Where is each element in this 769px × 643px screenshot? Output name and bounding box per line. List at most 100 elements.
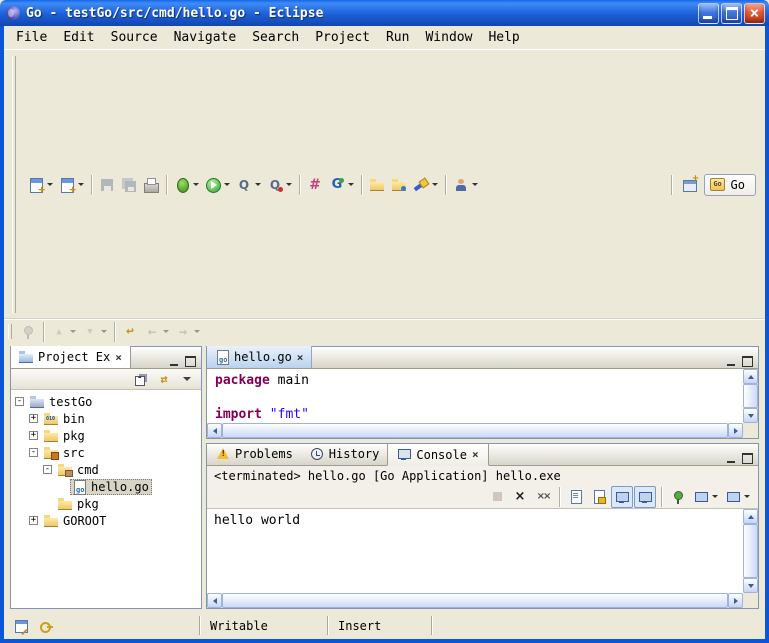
minimize-view-icon[interactable]	[723, 354, 738, 368]
display-selected-console-button[interactable]	[690, 486, 721, 508]
close-icon[interactable]: ×	[296, 351, 305, 364]
expand-icon[interactable]: +	[29, 516, 38, 525]
new-wizard-button[interactable]	[25, 174, 56, 196]
pin-console-button[interactable]	[667, 486, 689, 508]
tree-item-bin[interactable]: + bin	[11, 410, 201, 427]
collapse-icon[interactable]: -	[43, 465, 52, 474]
search-button[interactable]	[410, 174, 441, 196]
show-on-output-button[interactable]	[634, 486, 656, 508]
menu-file[interactable]: File	[8, 28, 55, 47]
minimize-button[interactable]	[698, 3, 719, 24]
run-button[interactable]	[202, 174, 233, 196]
menu-navigate[interactable]: Navigate	[166, 28, 245, 47]
tab-problems[interactable]: Problems	[207, 443, 301, 465]
expand-icon[interactable]: +	[29, 414, 38, 423]
tab-history[interactable]: History	[301, 443, 388, 465]
tree-entry[interactable]: bin	[42, 411, 88, 427]
remove-launch-button[interactable]	[509, 486, 531, 508]
scroll-up-icon[interactable]	[743, 509, 758, 524]
scroll-lock-button[interactable]	[588, 486, 610, 508]
menu-window[interactable]: Window	[417, 28, 480, 47]
console-vertical-scrollbar[interactable]	[743, 509, 758, 593]
scroll-right-icon[interactable]	[728, 593, 743, 608]
menu-project[interactable]: Project	[307, 28, 378, 47]
scrollbar-thumb[interactable]	[743, 524, 758, 578]
tree-item-pkg[interactable]: + pkg	[11, 427, 201, 444]
new-go-project-button[interactable]	[304, 174, 326, 196]
go-actions-button[interactable]	[326, 174, 357, 196]
scroll-right-icon[interactable]	[728, 423, 743, 438]
annotations-button[interactable]	[450, 174, 481, 196]
editor-vertical-scrollbar[interactable]	[743, 369, 758, 423]
editor-horizontal-scrollbar[interactable]	[207, 423, 743, 438]
titlebar[interactable]: Go - testGo/src/cmd/hello.go - Eclipse	[0, 0, 769, 26]
scrollbar-thumb[interactable]	[222, 423, 728, 438]
minimize-view-icon[interactable]	[723, 451, 738, 465]
debug-button[interactable]	[171, 174, 202, 196]
view-menu-button[interactable]	[176, 368, 198, 390]
maximize-view-icon[interactable]	[740, 451, 755, 465]
console-output[interactable]: hello world	[207, 508, 758, 608]
scroll-left-icon[interactable]	[207, 423, 222, 438]
minimize-view-icon[interactable]	[166, 354, 181, 368]
go-perspective-button[interactable]: Go	[704, 174, 756, 196]
menu-run[interactable]: Run	[378, 28, 417, 47]
word-wrap-button[interactable]	[611, 486, 633, 508]
console-horizontal-scrollbar[interactable]	[207, 593, 743, 608]
new-element-button[interactable]	[56, 174, 87, 196]
maximize-button[interactable]	[721, 3, 742, 24]
remove-all-terminated-button[interactable]	[532, 486, 554, 508]
scroll-down-icon[interactable]	[743, 578, 758, 593]
statusbar-key-icon-button[interactable]	[35, 615, 57, 637]
menu-source[interactable]: Source	[103, 28, 166, 47]
scroll-up-icon[interactable]	[743, 369, 758, 384]
toolbar-grip[interactable]	[12, 56, 16, 313]
expand-icon[interactable]: +	[29, 431, 38, 440]
scrollbar-thumb[interactable]	[222, 593, 728, 608]
tree-entry[interactable]: cmd	[56, 462, 102, 478]
tree-entry[interactable]: pkg	[56, 496, 102, 512]
toolbar-grip[interactable]	[8, 324, 12, 339]
link-with-editor-button[interactable]	[153, 368, 175, 390]
open-type-button[interactable]	[388, 174, 410, 196]
tree-entry[interactable]: src	[42, 445, 88, 461]
collapse-all-button[interactable]	[130, 368, 152, 390]
open-console-button[interactable]	[722, 486, 753, 508]
tree-item-src[interactable]: -src	[11, 444, 201, 461]
scroll-left-icon[interactable]	[207, 593, 222, 608]
statusbar-edit-icon-button[interactable]	[10, 615, 32, 637]
close-icon[interactable]: ×	[114, 351, 123, 364]
collapse-icon[interactable]: -	[29, 448, 38, 457]
collapse-icon[interactable]: -	[15, 397, 24, 406]
tree-item-pkg[interactable]: pkg	[11, 495, 201, 512]
tab-hello-go[interactable]: hello.go ×	[207, 346, 312, 368]
print-button[interactable]	[140, 174, 162, 196]
open-resource-button[interactable]	[366, 174, 388, 196]
close-icon[interactable]: ×	[471, 448, 480, 461]
clear-console-button[interactable]	[565, 486, 587, 508]
tree-item-goroot[interactable]: + GOROOT	[11, 512, 201, 529]
tree-entry[interactable]: testGo	[28, 394, 95, 410]
menu-search[interactable]: Search	[244, 28, 307, 47]
last-edit-location-button[interactable]	[119, 321, 141, 343]
tree-item-hello-go[interactable]: hello.go	[11, 478, 201, 495]
tree-entry[interactable]: GOROOT	[42, 513, 109, 529]
tree-item-testgo[interactable]: -testGo	[11, 393, 201, 410]
main-toolbar: Go	[4, 49, 765, 319]
run-history-button[interactable]	[233, 174, 264, 196]
code-area[interactable]: package mainimport "fmt"func main() { fm…	[207, 369, 743, 423]
tree-entry[interactable]: hello.go	[70, 479, 152, 495]
close-button[interactable]	[744, 3, 765, 24]
tree-item-cmd[interactable]: -cmd	[11, 461, 201, 478]
open-perspective-button[interactable]	[679, 174, 701, 196]
scrollbar-thumb[interactable]	[743, 384, 758, 408]
tab-project-explorer[interactable]: Project Ex ×	[11, 346, 131, 368]
scroll-down-icon[interactable]	[743, 408, 758, 423]
external-tools-button[interactable]	[264, 174, 295, 196]
tree-entry[interactable]: pkg	[42, 428, 88, 444]
maximize-view-icon[interactable]	[740, 354, 755, 368]
menu-help[interactable]: Help	[480, 28, 527, 47]
tab-console[interactable]: Console×	[387, 444, 488, 466]
menu-edit[interactable]: Edit	[55, 28, 102, 47]
maximize-view-icon[interactable]	[183, 354, 198, 368]
